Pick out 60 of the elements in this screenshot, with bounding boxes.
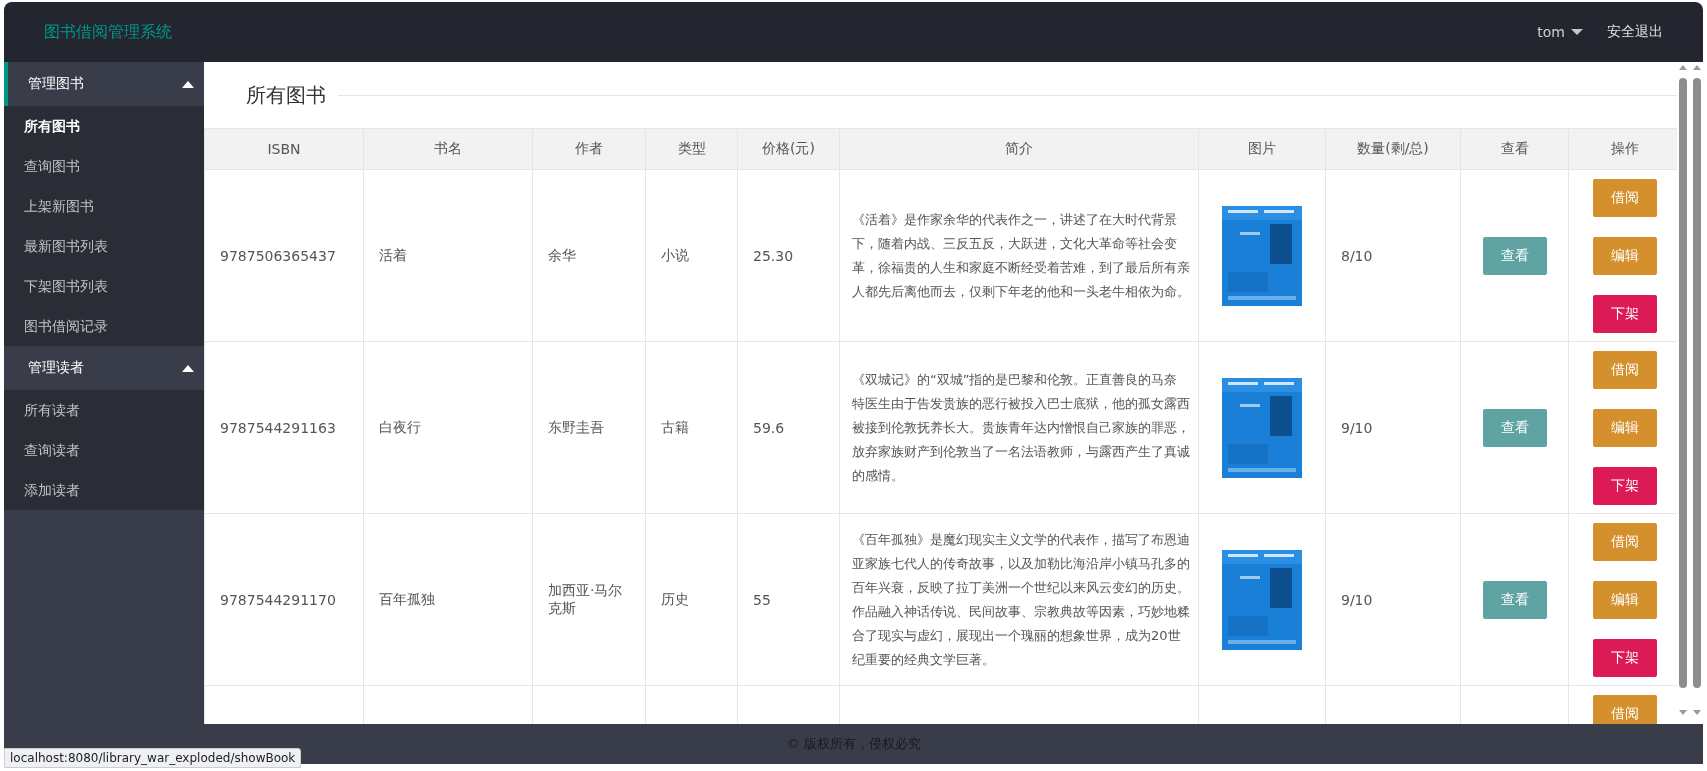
table-cell: 古籍 (661, 418, 689, 435)
table-cell: 小说 (661, 246, 689, 263)
triangle-icon (182, 364, 194, 372)
table-cell: 百年孤独 (379, 590, 435, 607)
remove-button[interactable]: 下架 (1592, 467, 1657, 505)
column-header: 价格(元) (737, 128, 840, 170)
table-cell: 9/10 (1341, 419, 1373, 436)
column-header: 类型 (645, 128, 738, 170)
sidebar-item[interactable]: 查询读者 (4, 430, 204, 470)
sidebar-item[interactable]: 下架图书列表 (4, 266, 204, 306)
table-cell: 9787544291170 (220, 591, 336, 608)
view-button[interactable]: 查看 (1482, 236, 1547, 275)
caret-icon (1571, 29, 1583, 35)
table-cell: 55 (753, 591, 771, 608)
column-header: 数量(剩/总) (1325, 128, 1461, 170)
column-header: 查看 (1460, 128, 1569, 170)
table-cell: 8/10 (1341, 247, 1373, 264)
sidebar-item[interactable]: 添加读者 (4, 470, 204, 510)
borrow-button[interactable]: 借阅 (1592, 179, 1657, 217)
edit-button[interactable]: 编辑 (1592, 409, 1657, 447)
borrow-button[interactable]: 借阅 (1592, 695, 1657, 724)
edit-button[interactable]: 编辑 (1592, 581, 1657, 619)
table-cell: 活着 (379, 246, 407, 263)
remove-button[interactable]: 下架 (1592, 295, 1657, 333)
book-summary: 《活着》是作家余华的代表作之一，讲述了在大时代背景下，随着内战、三反五反，大跃进，文化大革命等社会变革，徐福贵的人生和家庭不断经受着苦难，到了最后所有亲人都先后离他而去，仅剩下年老的他和一头老牛相依为命。 (852, 210, 1190, 301)
sidebar-item[interactable]: 图书借阅记录 (4, 306, 204, 346)
user-menu[interactable]: tom (1537, 24, 1583, 40)
column-header: 操作 (1568, 128, 1677, 170)
sidebar-item[interactable]: 查询图书 (4, 146, 204, 186)
table-cell: 历史 (661, 590, 689, 607)
column-header: ISBN (204, 128, 364, 170)
remove-button[interactable]: 下架 (1592, 639, 1657, 677)
edit-button[interactable]: 编辑 (1592, 237, 1657, 275)
table-cell: 9787544291163 (220, 419, 336, 436)
sidebar-item[interactable]: 最新图书列表 (4, 226, 204, 266)
table-cell: 9787506365437 (220, 247, 336, 264)
sidebar-item[interactable]: 上架新图书 (4, 186, 204, 226)
app-title[interactable]: 图书借阅管理系统 (44, 21, 172, 43)
column-header: 书名 (363, 128, 533, 170)
sidebar-item[interactable]: 所有读者 (4, 390, 204, 430)
column-header: 作者 (532, 128, 646, 170)
book-summary: 《双城记》的“双城”指的是巴黎和伦敦。正直善良的马奈特医生由于告发贵族的恶行被投入巴士底狱，他的孤女露西被接到伦敦抚养长大。贵族青年达内憎恨自己家族的罪恶，放弃家族财产到伦敦当了一名法语教师，与露西产生了真诚的感情。 (852, 370, 1190, 485)
borrow-button[interactable]: 借阅 (1592, 523, 1657, 561)
table-cell: 25.30 (753, 247, 794, 264)
table-cell: 余华 (548, 246, 576, 263)
borrow-button[interactable]: 借阅 (1592, 351, 1657, 389)
column-header: 图片 (1198, 128, 1326, 170)
view-button[interactable]: 查看 (1482, 580, 1547, 619)
view-button[interactable]: 查看 (1482, 408, 1547, 447)
table-cell: 9/10 (1341, 591, 1373, 608)
table-cell: 59.6 (753, 419, 785, 436)
triangle-icon (182, 80, 194, 88)
table-cell: 白夜行 (379, 418, 421, 435)
column-header: 简介 (839, 128, 1199, 170)
logout-link[interactable]: 安全退出 (1607, 23, 1663, 41)
table-cell: 加西亚·马尔克斯 (548, 581, 623, 616)
table-cell: 东野圭吾 (548, 418, 604, 435)
book-summary: 《百年孤独》是魔幻现实主义文学的代表作，描写了布恩迪亚家族七代人的传奇故事，以及加勒比海沿岸小镇马孔多的百年兴衰，反映了拉丁美洲一个世纪以来风云变幻的历史。作品融入神话传说、民间故事、宗教典故等因素，巧妙地糅合了现实与虚幻，展现出一个瑰丽的想象世界，成为20世纪重要的经典文学巨著。 (852, 530, 1190, 669)
sidebar-item[interactable]: 所有图书 (4, 106, 204, 146)
status-url: localhost:8080/library_war_exploded/showBook (4, 748, 302, 768)
